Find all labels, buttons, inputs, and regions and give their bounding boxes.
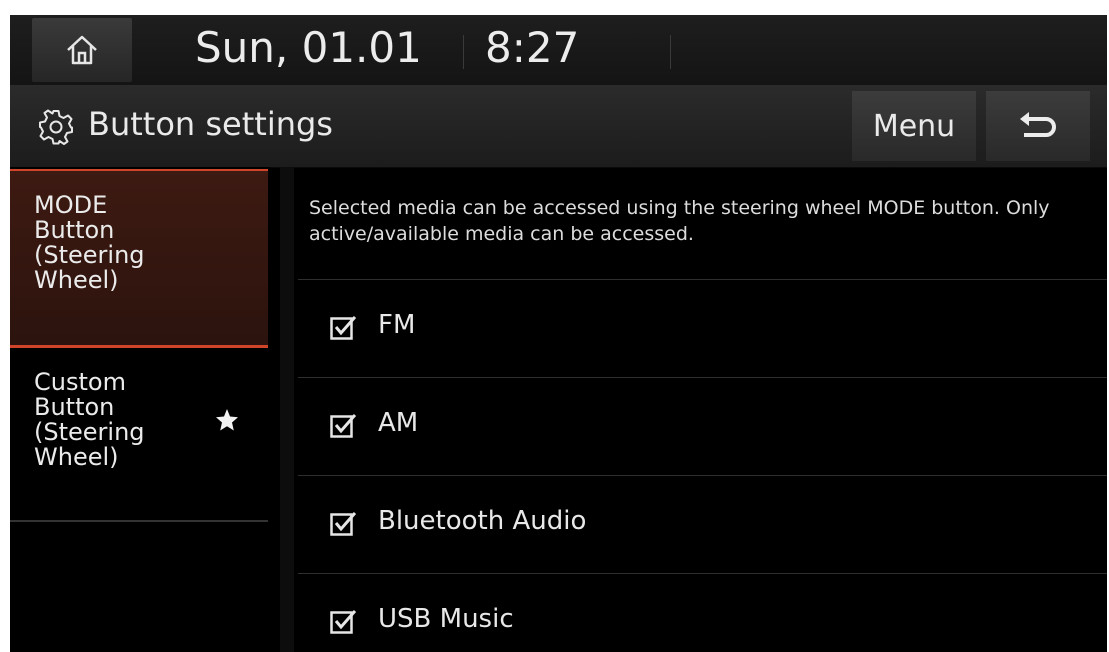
list-item-label: FM [378,310,416,340]
content-panel: Selected media can be accessed using the… [298,167,1107,652]
menu-button[interactable]: Menu [852,91,976,161]
gear-icon [39,109,73,145]
list-item-bluetooth-audio[interactable]: Bluetooth Audio [298,475,1107,574]
sidebar-item-mode-button[interactable]: MODE Button (Steering Wheel) [10,169,268,348]
sidebar-item-custom-button[interactable]: Custom Button (Steering Wheel) [10,352,268,522]
back-button[interactable] [986,91,1090,161]
menu-button-label: Menu [872,108,956,144]
home-icon [67,35,97,65]
panel-divider [280,167,294,652]
sidebar: MODE Button (Steering Wheel) Custom Butt… [10,167,270,652]
page-title: Button settings [88,105,333,143]
list-item-label: AM [378,408,419,438]
back-arrow-icon [1020,112,1056,137]
divider [463,35,464,69]
sidebar-item-label: Custom Button (Steering Wheel) [34,368,145,471]
list-item-label: USB Music [378,604,514,634]
checkbox-checked-icon[interactable] [330,413,357,440]
status-time: 8:27 [485,23,580,72]
status-date: Sun, 01.01 [195,23,422,72]
status-bar: Sun, 01.01 8:27 [10,15,1107,85]
sidebar-item-label: MODE Button (Steering Wheel) [34,191,145,294]
description-text: Selected media can be accessed using the… [309,197,1050,245]
home-button[interactable] [32,18,132,82]
list-item-usb-music[interactable]: USB Music [298,573,1107,652]
checkbox-checked-icon[interactable] [330,609,357,636]
list-item-fm[interactable]: FM [298,279,1107,378]
list-item-label: Bluetooth Audio [378,506,587,536]
checkbox-checked-icon[interactable] [330,511,357,538]
list-item-am[interactable]: AM [298,377,1107,476]
screen: Sun, 01.01 8:27 Button settings Menu MOD… [10,15,1107,652]
star-icon [216,409,238,431]
divider [670,35,671,69]
title-bar: Button settings Menu [10,85,1107,168]
checkbox-checked-icon[interactable] [330,315,357,342]
